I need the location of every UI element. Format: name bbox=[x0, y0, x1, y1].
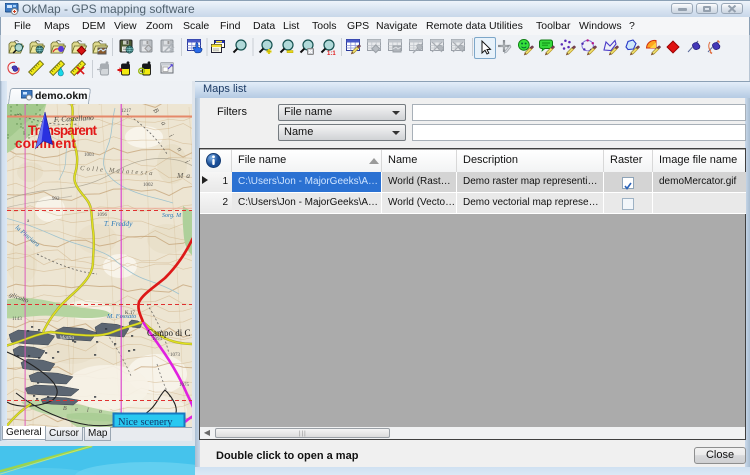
svg-text:Campo di C: Campo di C bbox=[147, 328, 191, 338]
svg-text:K.17: K.17 bbox=[125, 311, 135, 316]
svg-text:1:1: 1:1 bbox=[327, 51, 336, 57]
svg-text:1096: 1096 bbox=[97, 213, 108, 218]
svg-text:1073: 1073 bbox=[170, 353, 181, 358]
svg-text:1003: 1003 bbox=[84, 153, 95, 158]
svg-text:Nice scenery: Nice scenery bbox=[118, 417, 173, 427]
svg-text:1217: 1217 bbox=[121, 109, 132, 114]
svg-text:S. Mattia: S. Mattia bbox=[54, 335, 74, 341]
svg-text:e: e bbox=[75, 407, 78, 413]
svg-text:992: 992 bbox=[52, 197, 60, 202]
svg-text:o: o bbox=[99, 409, 102, 415]
svg-text:T.Freddy: T.Freddy bbox=[104, 219, 133, 228]
svg-text:1075: 1075 bbox=[179, 383, 190, 388]
svg-text:Ma: Ma bbox=[176, 171, 192, 180]
svg-text:1002: 1002 bbox=[143, 183, 154, 188]
svg-text:1143: 1143 bbox=[12, 317, 22, 322]
svg-text:Sorg. M: Sorg. M bbox=[162, 213, 182, 219]
svg-text:B: B bbox=[63, 406, 67, 412]
